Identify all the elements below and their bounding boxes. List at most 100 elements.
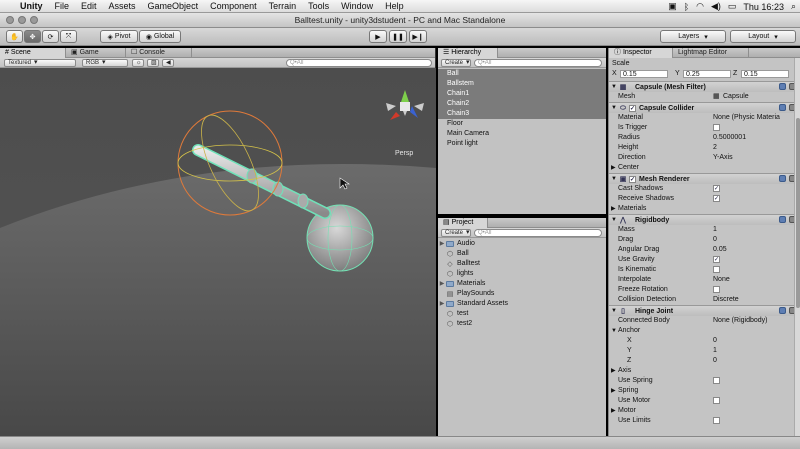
project-item[interactable]: ▶ Standard Assets (438, 299, 606, 309)
project-create-dropdown[interactable]: Create (441, 229, 471, 237)
property-row[interactable]: Mesh ▦ Capsule (609, 92, 800, 102)
scene-viewport[interactable]: Persp (0, 68, 436, 436)
inspector-scroll-thumb[interactable] (796, 118, 800, 308)
property-checkbox[interactable] (713, 397, 720, 404)
close-window-button[interactable] (6, 16, 14, 24)
property-value[interactable]: 0 (713, 336, 717, 346)
menu-app-unity[interactable]: Unity (20, 1, 43, 11)
property-row[interactable]: Use Gravity ✓ (609, 255, 800, 265)
property-row[interactable]: Direction Y-Axis (609, 153, 800, 163)
project-item[interactable]: ▶ Audio (438, 239, 606, 249)
property-row[interactable]: Freeze Rotation (609, 285, 800, 295)
pause-button[interactable]: ❚❚ (389, 30, 407, 43)
component-header-rigidbody[interactable]: ▼ ⋀ Rigidbody (609, 214, 800, 225)
hierarchy-item[interactable]: Chain1 (438, 89, 606, 99)
property-value[interactable]: 0 (713, 356, 717, 366)
color-mode-dropdown[interactable]: RGB (82, 59, 128, 67)
scene-render[interactable]: Persp (0, 68, 436, 436)
scale-z-field[interactable]: 0.15 (741, 70, 789, 78)
property-value[interactable]: 1 (713, 346, 717, 356)
property-value[interactable]: None (713, 275, 730, 285)
image-effects-toggle[interactable]: ▨ (147, 59, 159, 67)
property-checkbox[interactable]: ✓ (713, 195, 720, 202)
menu-file[interactable]: File (55, 1, 70, 11)
property-row[interactable]: Use Limits (609, 416, 800, 426)
component-header-mesh_filter[interactable]: ▼ ▦ Capsule (Mesh Filter) (609, 81, 800, 92)
property-row[interactable]: Use Spring (609, 376, 800, 386)
property-row[interactable]: Receive Shadows ✓ (609, 194, 800, 204)
property-value[interactable]: 0.5000001 (713, 133, 746, 143)
bluetooth-icon[interactable]: ᛒ (684, 2, 689, 12)
hierarchy-item[interactable]: Chain3 (438, 109, 606, 119)
expand-arrow-icon[interactable]: ▶ (438, 239, 446, 249)
scene-search-input[interactable]: Q•All (286, 59, 432, 67)
layout-dropdown[interactable]: Layout (730, 30, 796, 43)
pivot-toggle[interactable]: ◈ Pivot (100, 30, 138, 43)
help-book-icon[interactable] (779, 307, 786, 314)
menu-component[interactable]: Component (210, 1, 257, 11)
expand-arrow-icon[interactable]: ▶ (438, 299, 446, 309)
property-row[interactable]: Use Motor (609, 396, 800, 406)
menu-tools[interactable]: Tools (308, 1, 329, 11)
property-row[interactable]: ▶ Center (609, 163, 800, 173)
property-row[interactable]: Cast Shadows ✓ (609, 184, 800, 194)
zoom-window-button[interactable] (30, 16, 38, 24)
property-value[interactable]: 0 (713, 235, 717, 245)
property-row[interactable]: Is Kinematic (609, 265, 800, 275)
property-value[interactable]: 1 (713, 225, 717, 235)
property-value[interactable]: 0.05 (713, 245, 727, 255)
property-row[interactable]: Collision Detection Discrete (609, 295, 800, 305)
property-checkbox[interactable] (713, 266, 720, 273)
tab-game[interactable]: ▣ Game (66, 48, 126, 58)
help-book-icon[interactable] (779, 83, 786, 90)
property-checkbox[interactable] (713, 417, 720, 424)
project-item[interactable]: ⬡ test2 (438, 319, 606, 329)
property-value[interactable]: Discrete (713, 295, 739, 305)
property-row[interactable]: Material None (Physic Materia (609, 113, 800, 123)
inspector-scrollbar[interactable] (794, 58, 800, 436)
hierarchy-item[interactable]: Chain2 (438, 99, 606, 109)
foldout-arrow-icon[interactable]: ▶ (611, 204, 616, 214)
hierarchy-item[interactable]: Point light (438, 139, 606, 149)
property-row[interactable]: Angular Drag 0.05 (609, 245, 800, 255)
step-button[interactable]: ▶❙ (409, 30, 427, 43)
audio-toggle[interactable]: ◀ (162, 59, 174, 67)
property-value[interactable]: None (Rigidbody) (713, 316, 767, 326)
minimize-window-button[interactable] (18, 16, 26, 24)
project-item[interactable]: ▶ Materials (438, 279, 606, 289)
property-row[interactable]: ▶ Spring (609, 386, 800, 396)
volume-icon[interactable]: ◀) (711, 1, 721, 12)
project-item[interactable]: ◇ Balltest (438, 259, 606, 269)
project-item[interactable]: ⬡ test (438, 309, 606, 319)
property-row[interactable]: Connected Body None (Rigidbody) (609, 316, 800, 326)
wifi-icon[interactable]: ◠ (696, 1, 704, 12)
menu-edit[interactable]: Edit (81, 1, 97, 11)
help-book-icon[interactable] (779, 175, 786, 182)
menu-assets[interactable]: Assets (109, 1, 136, 11)
property-row[interactable]: X0 (609, 336, 800, 346)
hierarchy-create-dropdown[interactable]: Create (441, 59, 471, 67)
property-value[interactable]: Capsule (723, 92, 749, 102)
menu-window[interactable]: Window (341, 1, 373, 11)
foldout-arrow-icon[interactable]: ▼ (611, 326, 617, 336)
menu-gameobject[interactable]: GameObject (148, 1, 199, 11)
tab-hierarchy[interactable]: ☰ Hierarchy (438, 48, 498, 58)
property-row[interactable]: ▶ Materials (609, 204, 800, 214)
property-row[interactable]: Y1 (609, 346, 800, 356)
hierarchy-search-input[interactable]: Q•All (474, 59, 602, 67)
clock[interactable]: Thu 16:23 (743, 2, 784, 12)
property-row[interactable]: Radius 0.5000001 (609, 133, 800, 143)
component-enabled-checkbox[interactable]: ✓ (629, 176, 636, 183)
property-checkbox[interactable] (713, 286, 720, 293)
tab-inspector[interactable]: ⓘ Inspector (609, 48, 673, 58)
property-row[interactable]: ▶ Axis (609, 366, 800, 376)
rotate-tool-button[interactable]: ⟳ (42, 30, 59, 43)
render-mode-dropdown[interactable]: Textured (4, 59, 76, 67)
spotlight-search-icon[interactable]: ⌕ (791, 1, 796, 12)
project-item[interactable]: ▤ PlaySounds (438, 289, 606, 299)
tab-scene[interactable]: # Scene (0, 48, 66, 58)
hierarchy-item[interactable]: Ballstem (438, 79, 606, 89)
expand-arrow-icon[interactable]: ▶ (438, 279, 446, 289)
property-row[interactable]: ▼ Anchor (609, 326, 800, 336)
project-search-input[interactable]: Q•All (474, 229, 602, 237)
